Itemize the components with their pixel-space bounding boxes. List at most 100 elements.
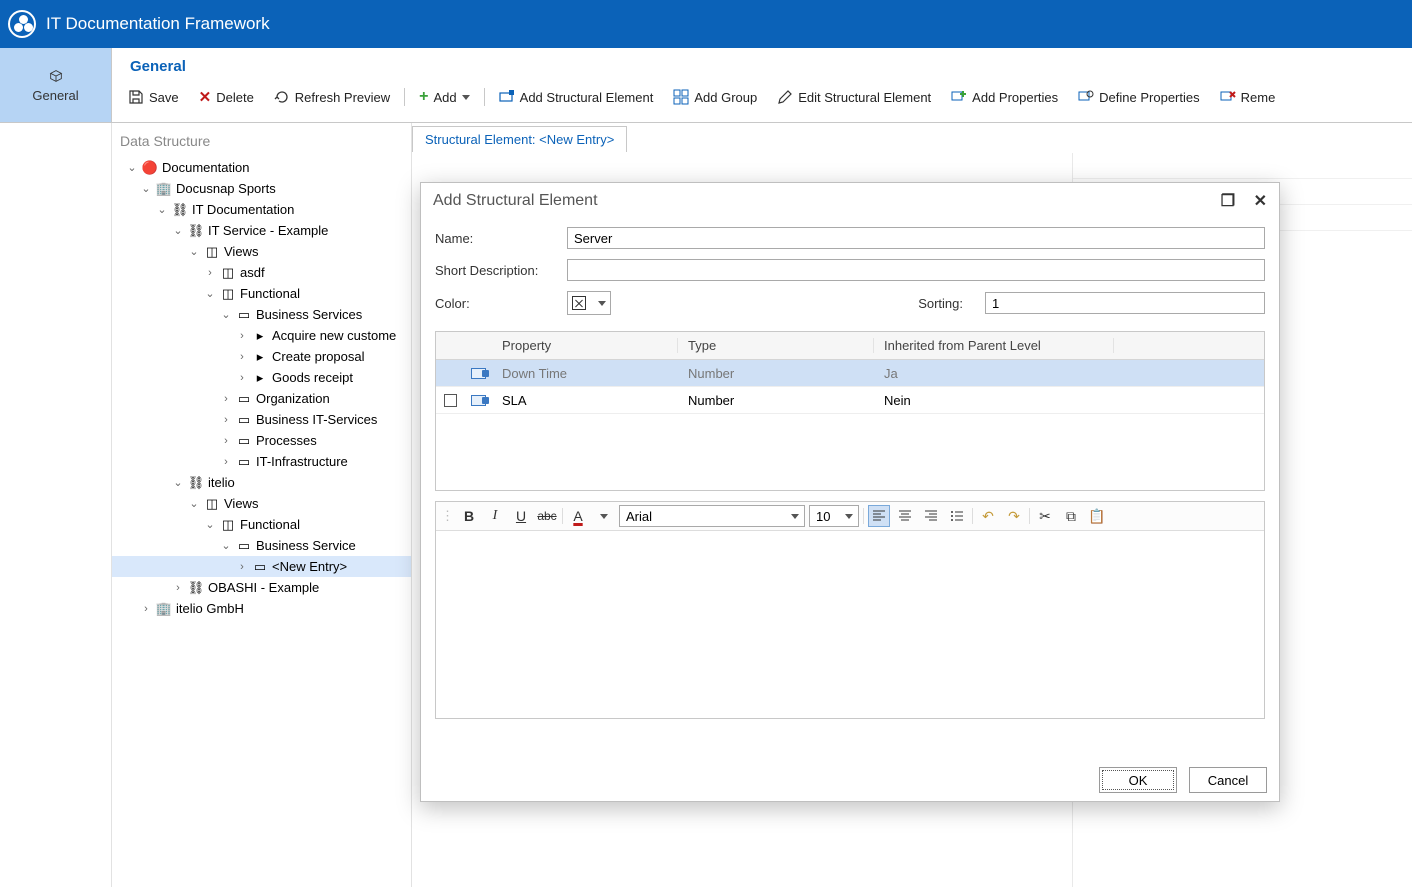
add-button[interactable]: + Add [409, 86, 479, 108]
tree-node-views1[interactable]: ⌄◫Views [112, 241, 411, 262]
cube-icon: ◫ [220, 265, 236, 281]
app-title: IT Documentation Framework [46, 14, 270, 34]
tree-node-bizsvc2[interactable]: ⌄▭Business Service [112, 535, 411, 556]
redo-button[interactable]: ↷ [1003, 505, 1025, 527]
rtx-textarea[interactable] [436, 531, 1264, 718]
tree-node-bizsvc[interactable]: ⌄▭Business Services [112, 304, 411, 325]
tree-node-views2[interactable]: ⌄◫Views [112, 493, 411, 514]
color-select[interactable] [567, 291, 611, 315]
label-name: Name: [435, 231, 557, 246]
group-icon [673, 89, 689, 105]
tree-node-functional2[interactable]: ⌄◫Functional [112, 514, 411, 535]
pencil-icon [777, 89, 793, 105]
col-inherited[interactable]: Inherited from Parent Level [874, 338, 1114, 353]
rect-icon: ▭ [236, 433, 252, 449]
tree-node-proposal[interactable]: ›▸Create proposal [112, 346, 411, 367]
tree-node-itdoc[interactable]: ⌄⛓IT Documentation [112, 199, 411, 220]
cube-icon: ◫ [220, 286, 236, 302]
italic-button[interactable]: I [484, 505, 506, 527]
copy-button[interactable]: ⧉ [1060, 505, 1082, 527]
strike-button[interactable]: abc [536, 505, 558, 527]
hierarchy-icon: ⛓ [188, 223, 204, 239]
tree-node-acquire[interactable]: ›▸Acquire new custome [112, 325, 411, 346]
name-input[interactable] [567, 227, 1265, 249]
plus-icon: + [419, 88, 428, 106]
ok-button[interactable]: OK [1099, 767, 1177, 793]
sidetab-label: General [32, 88, 78, 103]
tree-node-goods[interactable]: ›▸Goods receipt [112, 367, 411, 388]
font-color-button[interactable]: A [567, 505, 589, 527]
rect-icon: ▭ [236, 307, 252, 323]
grid-header: Property Type Inherited from Parent Leve… [436, 332, 1264, 360]
tab-structural-element[interactable]: Structural Element: <New Entry> [412, 126, 627, 152]
tree-node-processes[interactable]: ›▭Processes [112, 430, 411, 451]
add-props-icon [951, 89, 967, 105]
left-gutter [0, 123, 112, 887]
align-left-button[interactable] [868, 505, 890, 527]
bold-button[interactable]: B [458, 505, 480, 527]
tree-node-iteliogmbh[interactable]: ›🏢itelio GmbH [112, 598, 411, 619]
tree-node-obashi[interactable]: ›⛓OBASHI - Example [112, 577, 411, 598]
font-family-select[interactable]: Arial [619, 505, 805, 527]
add-group-button[interactable]: Add Group [663, 87, 767, 107]
sorting-input[interactable] [985, 292, 1265, 314]
tree-node-org[interactable]: ›▭Organization [112, 388, 411, 409]
tree-node-itservice[interactable]: ⌄⛓IT Service - Example [112, 220, 411, 241]
property-icon [471, 395, 486, 406]
tree-node-docusnap[interactable]: ⌄🏢Docusnap Sports [112, 178, 411, 199]
paste-button[interactable]: 📋 [1086, 505, 1108, 527]
add-structural-button[interactable]: Add Structural Element [489, 87, 664, 107]
toolbar: Save ✕ Delete Refresh Preview + Add Add … [112, 85, 1412, 115]
no-color-icon [572, 296, 586, 310]
refresh-icon [274, 89, 290, 105]
chevron-down-icon [598, 301, 606, 306]
grid-row[interactable]: SLA Number Nein [436, 387, 1264, 414]
tree-node-itelio[interactable]: ⌄⛓itelio [112, 472, 411, 493]
label-color: Color: [435, 296, 557, 311]
hierarchy-icon: ⛓ [188, 475, 204, 491]
tree-node-bizit[interactable]: ›▭Business IT-Services [112, 409, 411, 430]
row-checkbox[interactable] [444, 394, 457, 407]
tree-node-itinfra[interactable]: ›▭IT-Infrastructure [112, 451, 411, 472]
maximize-icon[interactable]: ❐ [1221, 193, 1235, 210]
building-icon: 🏢 [156, 181, 172, 197]
doc-root-icon: 🔴 [142, 160, 158, 176]
undo-button[interactable]: ↶ [977, 505, 999, 527]
bullets-button[interactable] [946, 505, 968, 527]
tree-node-asdf[interactable]: ›◫asdf [112, 262, 411, 283]
rect-icon: ▭ [236, 391, 252, 407]
tree-node-functional1[interactable]: ⌄◫Functional [112, 283, 411, 304]
tab-value: <New Entry> [539, 132, 614, 147]
cut-button[interactable]: ✂ [1034, 505, 1056, 527]
dialog-add-structural-element: Add Structural Element ❐ ✕ Name: Short D… [420, 182, 1280, 802]
align-center-button[interactable] [894, 505, 916, 527]
short-desc-input[interactable] [567, 259, 1265, 281]
define-properties-button[interactable]: Define Properties [1068, 87, 1209, 107]
close-icon[interactable]: ✕ [1254, 193, 1267, 210]
delete-button[interactable]: ✕ Delete [189, 86, 264, 108]
col-type[interactable]: Type [678, 338, 874, 353]
item-icon: ▸ [252, 349, 268, 365]
align-right-button[interactable] [920, 505, 942, 527]
tree-node-documentation[interactable]: ⌄🔴Documentation [112, 157, 411, 178]
cube-icon: ◫ [220, 517, 236, 533]
grid-row[interactable]: Down Time Number Ja [436, 360, 1264, 387]
dialog-title: Add Structural Element [433, 192, 598, 210]
tree-node-new-entry[interactable]: ›▭<New Entry> [112, 556, 411, 577]
font-color-caret[interactable] [593, 505, 615, 527]
col-property[interactable]: Property [492, 338, 678, 353]
font-size-select[interactable]: 10 [809, 505, 859, 527]
refresh-button[interactable]: Refresh Preview [264, 87, 400, 107]
structural-icon [499, 89, 515, 105]
cube-icon [48, 68, 64, 84]
remove-button[interactable]: Reme [1210, 87, 1286, 107]
remove-icon [1220, 89, 1236, 105]
tab-prefix: Structural Element: [425, 132, 539, 147]
edit-structural-button[interactable]: Edit Structural Element [767, 87, 941, 107]
sidetab-general[interactable]: General [0, 48, 112, 123]
property-icon [471, 368, 486, 379]
save-button[interactable]: Save [118, 87, 189, 107]
underline-button[interactable]: U [510, 505, 532, 527]
add-properties-button[interactable]: Add Properties [941, 87, 1068, 107]
cancel-button[interactable]: Cancel [1189, 767, 1267, 793]
